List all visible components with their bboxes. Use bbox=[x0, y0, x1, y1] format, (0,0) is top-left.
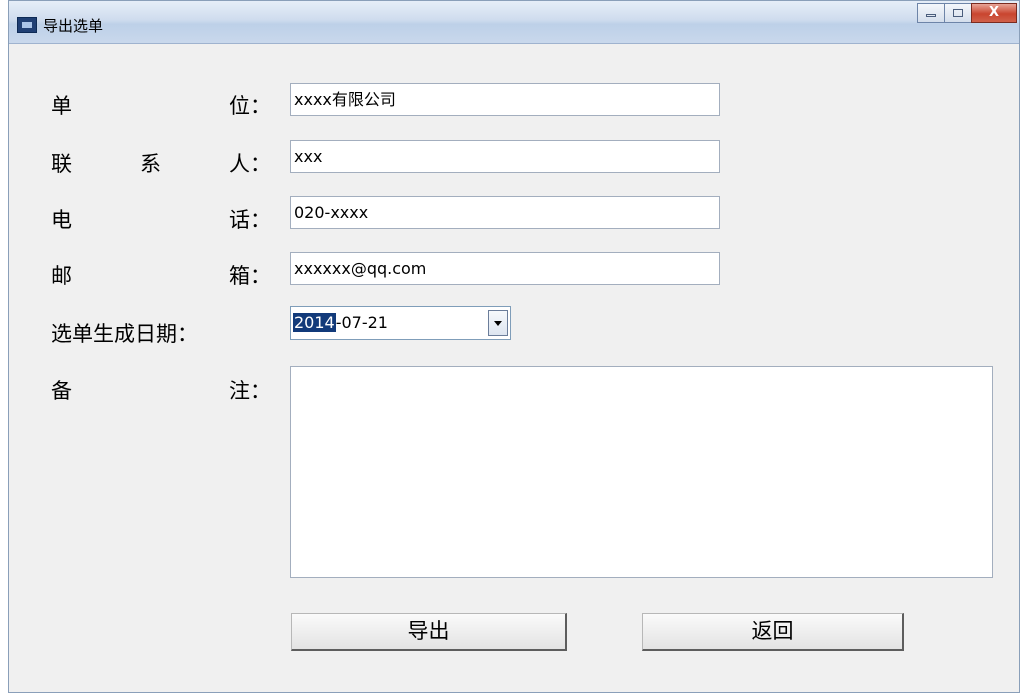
export-button[interactable]: 导出 bbox=[291, 613, 567, 651]
date-label: 选单生成日期： bbox=[51, 322, 198, 346]
email-label-char-2: 箱： bbox=[229, 264, 271, 288]
notes-label-char-1: 备 bbox=[51, 379, 72, 403]
notes-textarea[interactable] bbox=[290, 366, 993, 578]
company-label: 单 位： bbox=[51, 94, 271, 118]
phone-label: 电 话： bbox=[51, 208, 271, 232]
back-button[interactable]: 返回 bbox=[642, 613, 904, 651]
company-label-char-2: 位： bbox=[229, 94, 271, 118]
chevron-down-icon[interactable] bbox=[488, 310, 508, 336]
notes-label-char-2: 注： bbox=[229, 379, 271, 403]
app-logo-icon bbox=[17, 17, 37, 33]
title-bar[interactable]: 导出选单 X bbox=[9, 1, 1019, 44]
email-label-char-1: 邮 bbox=[51, 264, 72, 288]
phone-label-char-1: 电 bbox=[51, 208, 72, 232]
date-rest: -07-21 bbox=[335, 313, 388, 332]
phone-field[interactable]: 020-xxxx bbox=[290, 196, 720, 229]
close-icon[interactable]: X bbox=[971, 3, 1017, 23]
contact-label-char-3: 人： bbox=[229, 152, 271, 176]
phone-label-char-2: 话： bbox=[229, 208, 271, 232]
company-field[interactable]: xxxx有限公司 bbox=[290, 83, 720, 116]
window-title: 导出选单 bbox=[43, 17, 104, 35]
maximize-icon[interactable] bbox=[944, 3, 972, 23]
contact-label-char-1: 联 bbox=[51, 152, 72, 176]
contact-label: 联 系 人： bbox=[51, 152, 271, 176]
email-label: 邮 箱： bbox=[51, 264, 271, 288]
email-field[interactable]: xxxxxx@qq.com bbox=[290, 252, 720, 285]
company-label-char-1: 单 bbox=[51, 94, 72, 118]
contact-label-char-2: 系 bbox=[140, 152, 161, 176]
export-dialog: 导出选单 X 单 位： xxxx有限公司 联 系 人： xxx 电 话： 020… bbox=[8, 0, 1020, 693]
minimize-icon[interactable] bbox=[917, 3, 945, 23]
contact-field[interactable]: xxx bbox=[290, 140, 720, 173]
window-controls: X bbox=[917, 3, 1017, 23]
date-picker[interactable]: 2014-07-21 bbox=[290, 306, 511, 340]
notes-label: 备 注： bbox=[51, 379, 271, 403]
date-year-selected: 2014 bbox=[293, 313, 336, 332]
